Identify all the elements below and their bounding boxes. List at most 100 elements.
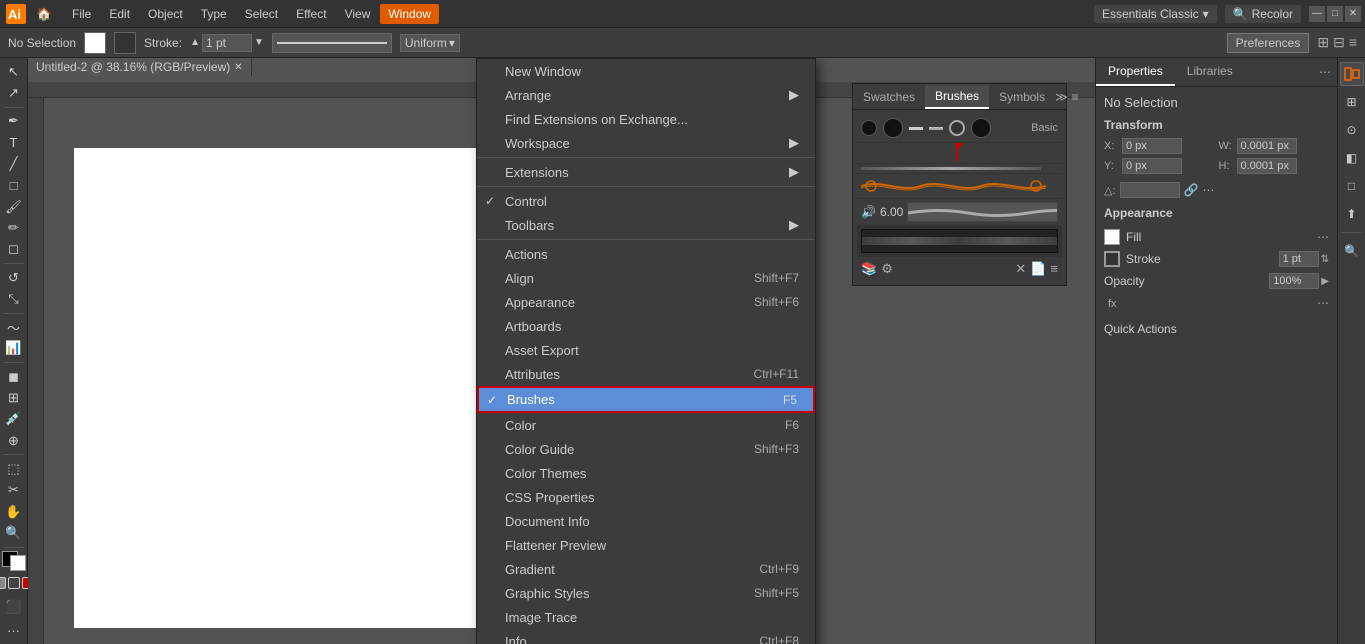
menu-document-info[interactable]: Document Info <box>477 509 815 533</box>
artboard-tool[interactable]: ⬚ <box>2 459 26 478</box>
background-swatch[interactable] <box>10 555 26 571</box>
eyedropper-tool[interactable]: 💉 <box>2 410 26 429</box>
menu-css-properties[interactable]: CSS Properties <box>477 485 815 509</box>
stroke-profile-display[interactable] <box>272 33 392 53</box>
menu-color-themes[interactable]: Color Themes <box>477 461 815 485</box>
menu-window[interactable]: Window <box>380 4 439 24</box>
appearance-more-icon[interactable]: ⋯ <box>1317 296 1329 310</box>
rect-tool[interactable]: □ <box>2 176 26 195</box>
link-icon[interactable]: 🔗 <box>1184 183 1199 197</box>
menu-align[interactable]: Align Shift+F7 <box>477 266 815 290</box>
uniform-dropdown[interactable]: Uniform ▾ <box>400 34 460 52</box>
stroke-arrows-icon[interactable]: ⇅ <box>1321 254 1329 265</box>
angle-input[interactable] <box>1120 182 1180 198</box>
panel-more-icon[interactable]: ⋯ <box>1319 65 1331 79</box>
stroke-down-icon[interactable]: ▼ <box>254 37 264 48</box>
menu-control[interactable]: Control <box>477 189 815 213</box>
mesh-tool[interactable]: ⊞ <box>2 388 26 407</box>
scale-tool[interactable]: ⤡ <box>2 289 26 308</box>
menu-asset-export[interactable]: Asset Export <box>477 338 815 362</box>
menu-type[interactable]: Type <box>193 4 235 24</box>
align-icon[interactable]: ⊟ <box>1333 34 1345 51</box>
minimize-button[interactable]: — <box>1309 6 1325 22</box>
menu-workspace[interactable]: Workspace ▶ <box>477 131 815 155</box>
preferences-button[interactable]: Preferences <box>1227 33 1310 53</box>
menu-color-guide[interactable]: Color Guide Shift+F3 <box>477 437 815 461</box>
menu-view[interactable]: View <box>337 4 379 24</box>
menu-image-trace[interactable]: Image Trace <box>477 605 815 629</box>
gradient-indicator[interactable] <box>8 577 20 589</box>
menu-extensions[interactable]: Extensions ▶ <box>477 160 815 184</box>
menu-attributes[interactable]: Attributes Ctrl+F11 <box>477 362 815 386</box>
x-input[interactable] <box>1122 138 1182 154</box>
menu-arrange[interactable]: Arrange ▶ <box>477 83 815 107</box>
libraries-tab[interactable]: Libraries <box>1175 58 1245 86</box>
menu-select[interactable]: Select <box>237 4 286 24</box>
recolor-button[interactable]: 🔍 Recolor <box>1225 5 1301 23</box>
graph-tool[interactable]: 📊 <box>2 339 26 358</box>
eraser-tool[interactable]: ◻ <box>2 240 26 259</box>
menu-gradient[interactable]: Gradient Ctrl+F9 <box>477 557 815 581</box>
stroke-up-icon[interactable]: ▲ <box>190 37 200 48</box>
warp-tool[interactable]: 〜 <box>2 317 26 336</box>
workspace-selector[interactable]: Essentials Classic ▾ <box>1094 5 1217 23</box>
align-icon-btn[interactable]: ⊞ <box>1340 90 1364 114</box>
menu-appearance[interactable]: Appearance Shift+F6 <box>477 290 815 314</box>
grid-icon[interactable]: ⊞ <box>1317 34 1329 51</box>
fx-button[interactable]: fx <box>1104 296 1121 312</box>
menu-new-window[interactable]: New Window <box>477 59 815 83</box>
transform-more-icon[interactable]: ⋯ <box>1202 183 1214 197</box>
menu-toolbars[interactable]: Toolbars ▶ <box>477 213 815 237</box>
export-icon-btn[interactable]: ⬆ <box>1340 202 1364 226</box>
stroke-value-input[interactable] <box>202 34 252 52</box>
close-button[interactable]: ✕ <box>1345 6 1361 22</box>
fill-color-swatch[interactable] <box>84 32 106 54</box>
menu-edit[interactable]: Edit <box>101 4 138 24</box>
pathfinder-icon-btn[interactable]: ◧ <box>1340 146 1364 170</box>
select-tool[interactable]: ↖ <box>2 62 26 81</box>
change-screen-mode[interactable]: ⬛ <box>2 595 26 619</box>
menu-effect[interactable]: Effect <box>288 4 334 24</box>
opacity-input[interactable] <box>1269 273 1319 289</box>
fg-bg-color[interactable] <box>2 551 26 570</box>
more-tools-button[interactable]: ··· <box>2 621 26 640</box>
zoom-tool[interactable]: 🔍 <box>2 523 26 542</box>
paintbrush-tool[interactable]: 🖌 <box>2 197 26 216</box>
type-tool[interactable]: T <box>2 133 26 152</box>
opacity-arrow-icon[interactable]: ▶ <box>1321 276 1329 287</box>
stroke-color-swatch[interactable] <box>114 32 136 54</box>
y-input[interactable] <box>1122 158 1182 174</box>
fill-indicator[interactable] <box>0 577 6 589</box>
maximize-button[interactable]: □ <box>1327 6 1343 22</box>
blend-tool[interactable]: ⊕ <box>2 431 26 450</box>
pen-tool[interactable]: ✒ <box>2 112 26 131</box>
menu-icon[interactable]: ≡ <box>1349 34 1357 51</box>
menu-color[interactable]: Color F6 <box>477 413 815 437</box>
menu-flattener-preview[interactable]: Flattener Preview <box>477 533 815 557</box>
line-tool[interactable]: ╱ <box>2 154 26 173</box>
menu-find-extensions[interactable]: Find Extensions on Exchange... <box>477 107 815 131</box>
properties-icon-btn[interactable] <box>1340 62 1364 86</box>
h-input[interactable] <box>1237 158 1297 174</box>
fill-swatch[interactable] <box>1104 229 1120 245</box>
slice-tool[interactable]: ✂ <box>2 481 26 500</box>
dropdown-overlay[interactable]: New Window Arrange ▶ Find Extensions on … <box>28 58 1095 644</box>
menu-brushes[interactable]: Brushes F5 <box>477 386 815 413</box>
properties-tab[interactable]: Properties <box>1096 58 1175 86</box>
direct-select-tool[interactable]: ↗ <box>2 83 26 102</box>
menu-graphic-styles[interactable]: Graphic Styles Shift+F5 <box>477 581 815 605</box>
gradient-tool[interactable]: ◼ <box>2 367 26 386</box>
menu-artboards[interactable]: Artboards <box>477 314 815 338</box>
rotate-tool[interactable]: ↺ <box>2 268 26 287</box>
w-input[interactable] <box>1237 138 1297 154</box>
screen-mode-icon[interactable]: ⬛ <box>2 595 26 619</box>
search-icon-btn[interactable]: 🔍 <box>1340 239 1364 263</box>
transform-icon-btn[interactable]: ⊙ <box>1340 118 1364 142</box>
stroke-value-right[interactable] <box>1279 251 1319 267</box>
menu-file[interactable]: File <box>64 4 99 24</box>
menu-actions[interactable]: Actions <box>477 242 815 266</box>
hand-tool[interactable]: ✋ <box>2 502 26 521</box>
pencil-tool[interactable]: ✏ <box>2 218 26 237</box>
menu-info[interactable]: Info Ctrl+F8 <box>477 629 815 644</box>
home-icon[interactable]: 🏠 <box>32 2 56 26</box>
